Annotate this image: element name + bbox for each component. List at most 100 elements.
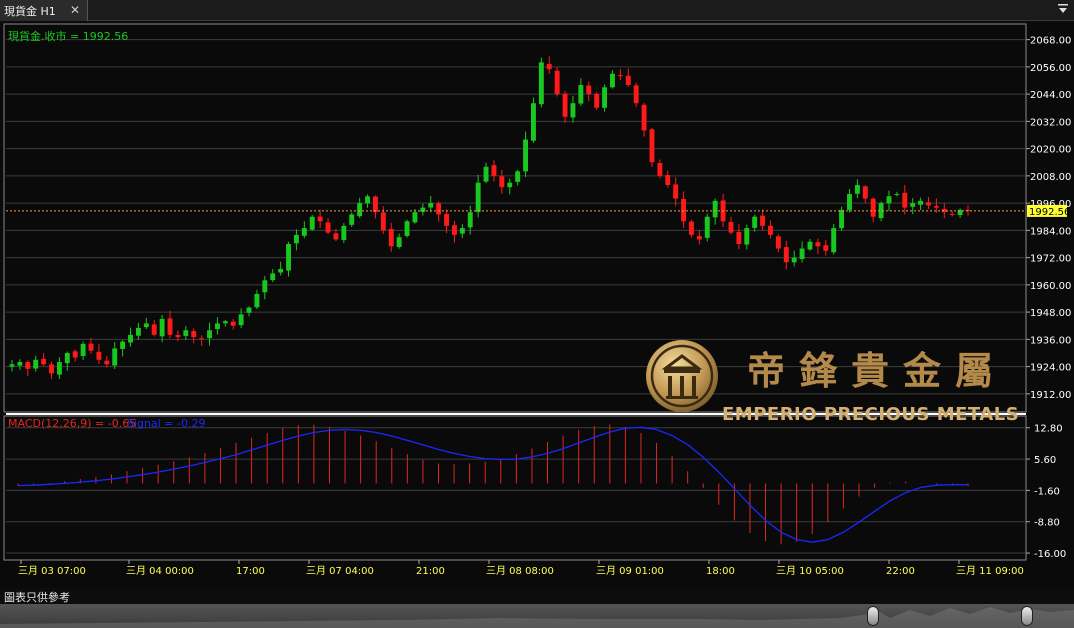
candle-up (246, 307, 252, 313)
candle-down (25, 362, 31, 369)
candle-down (562, 93, 568, 117)
candle-down (736, 231, 742, 244)
price-tick-label: 1960.00 (1030, 281, 1071, 292)
close-icon[interactable]: ✕ (68, 3, 82, 17)
candle-down (681, 198, 687, 222)
candle-up (752, 216, 758, 228)
candle-down (696, 236, 702, 240)
candle-up (301, 228, 307, 236)
candle-up (807, 241, 813, 250)
candle-down (862, 186, 868, 199)
candle-down (388, 228, 394, 247)
candle-up (918, 200, 924, 205)
price-tick-label: 1948.00 (1030, 308, 1071, 319)
price-chart[interactable]: 2068.00 2056.00 2044.00 2032.00 2020.00 2008.… (0, 22, 1074, 588)
candle-up (610, 73, 615, 88)
candle-up (523, 139, 529, 172)
price-tick-label: 2056.00 (1030, 63, 1071, 74)
candle-down (175, 335, 181, 338)
candle-up (412, 212, 418, 223)
price-tick-label: 1924.00 (1030, 363, 1071, 374)
candle-up (712, 200, 718, 218)
macd-tick-label: 5.60 (1034, 455, 1056, 466)
candle-up (475, 182, 481, 213)
footer: 圖表只供參考 (0, 588, 1074, 628)
macd-tick-label: -8.80 (1034, 518, 1060, 529)
candle-up (309, 216, 315, 230)
disclaimer-note: 圖表只供參考 (4, 591, 70, 604)
candle-up (507, 182, 513, 188)
candle-up (262, 280, 268, 293)
candle-up (80, 343, 86, 356)
candle-down (491, 165, 497, 176)
candle-down (49, 364, 54, 374)
price-panel-label: 現貨金.收市 = 1992.56 (8, 29, 128, 43)
tab-xau-h1[interactable]: 現貨金 H1 ✕ (0, 0, 88, 21)
price-tick-label: 2008.00 (1030, 172, 1071, 183)
time-tick-label: 三月 03 07:00 (18, 565, 86, 577)
candle-up (839, 209, 845, 229)
scroll-handle-right[interactable] (1021, 606, 1033, 626)
candle-up (9, 364, 15, 367)
candle-down (902, 192, 908, 208)
price-tick-label: 2044.00 (1030, 90, 1071, 101)
logo-emblem-icon (646, 340, 718, 412)
candle-up (791, 257, 797, 263)
candle-down (673, 184, 679, 199)
macd-label: MACD(12,26,9) = -0.65 (8, 417, 136, 430)
candle-up (120, 341, 126, 349)
time-tick-label: 三月 11 09:00 (956, 565, 1024, 577)
price-tick-label: 1936.00 (1030, 335, 1071, 346)
candle-down (372, 196, 378, 213)
candle-down (499, 176, 505, 188)
candle-down (333, 233, 339, 240)
candle-up (17, 362, 23, 366)
candle-down (815, 242, 821, 247)
time-tick-label: 18:00 (706, 566, 735, 577)
candle-up (854, 184, 860, 194)
candle-up (357, 203, 363, 217)
candle-down (783, 247, 789, 263)
candle-up (531, 103, 536, 141)
candle-up (349, 214, 355, 225)
candle-down (191, 331, 197, 338)
candle-up (404, 221, 410, 236)
candle-up (159, 318, 165, 337)
price-tick-label: 2068.00 (1030, 36, 1071, 47)
candle-up (341, 225, 347, 240)
candle-down (768, 225, 773, 235)
candle-down (88, 343, 94, 351)
dropdown-arrow-icon[interactable] (1058, 4, 1068, 16)
macd-tick-label: -16.00 (1034, 549, 1066, 560)
candle-up (459, 228, 465, 234)
candle-up (515, 171, 521, 182)
candle-down (199, 338, 205, 340)
candle-up (112, 348, 118, 366)
watermark-logo: 帝鋒貴金屬 EMPERIO PRECIOUS METALS (644, 332, 1024, 432)
candle-down (633, 85, 639, 104)
price-tick-label: 1972.00 (1030, 254, 1071, 265)
candle-up (135, 327, 141, 336)
candle-down (657, 162, 663, 176)
time-tick-label: 三月 08 08:00 (486, 565, 554, 577)
candle-down (444, 213, 449, 226)
time-tick-label: 22:00 (886, 566, 915, 577)
navigator-mini-chart (0, 607, 1074, 628)
candle-down (649, 129, 655, 163)
chart-area[interactable]: 2068.00 2056.00 2044.00 2032.00 2020.00 2008.… (0, 22, 1074, 588)
candle-down (380, 212, 386, 231)
macd-panel-border (3, 415, 1027, 561)
candle-down (546, 63, 552, 70)
candle-down (823, 245, 829, 251)
candle-down (641, 104, 647, 131)
candle-up (483, 166, 489, 182)
navigator-scrollbar[interactable] (0, 604, 1074, 628)
candle-down (325, 222, 331, 233)
candle-up (286, 243, 291, 271)
candle-up (254, 293, 260, 308)
candle-down (104, 360, 110, 365)
tab-title: 現貨金 H1 (4, 4, 56, 18)
candle-up (214, 323, 220, 330)
candle-up (799, 248, 805, 260)
scroll-handle-left[interactable] (867, 606, 879, 626)
